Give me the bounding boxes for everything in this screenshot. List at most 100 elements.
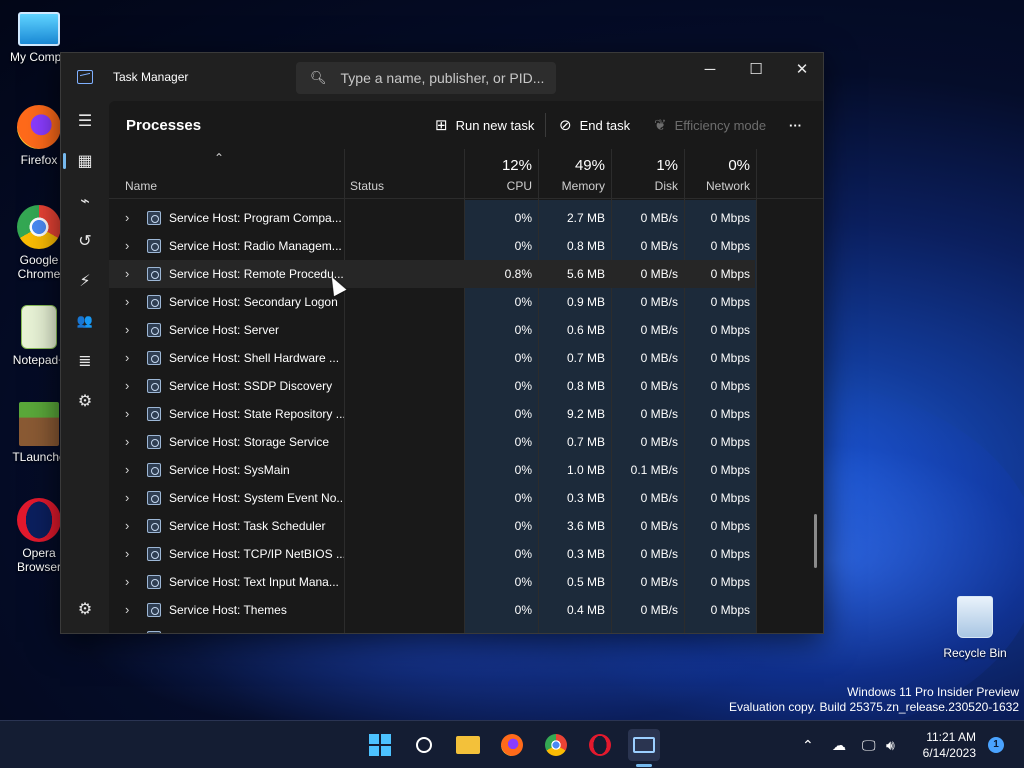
process-row[interactable]: › Service Host: Shell Hardware ... 0% 0.7 M… [109,344,755,372]
maximize-button[interactable]: ☐ [733,53,779,85]
title-bar[interactable]: Task Manager 🔍︎ Type a name, publisher, … [61,53,823,101]
process-row[interactable]: › Service Host: Server 0% 0.6 MB 0 MB/s 0 Mbp… [109,316,755,344]
desktop-icon-label: Google Chrome [17,253,61,281]
process-name: Service Host: Server [169,323,280,337]
expand-chevron-icon[interactable]: › [125,400,137,428]
process-memory: 9.2 MB [566,407,605,421]
start-button[interactable] [364,729,396,761]
process-row[interactable]: › Service Host: TCP/IP NetBIOS ... 0% 0.3 M… [109,540,755,568]
process-row[interactable]: › Service Host: Program Compa... 0% 2.7 MB 0… [109,204,755,232]
process-row[interactable]: › Service Host: Secondary Logon 0% 0.9 MB 0 … [109,288,755,316]
services-icon[interactable]: ⚙ [65,383,105,419]
process-row[interactable]: › Service Host: Time Broker 0%1.3 MB0 MB/s… [109,624,755,633]
expand-chevron-icon[interactable]: › [125,232,137,260]
process-network: 0 Mbps [710,547,750,561]
expand-chevron-icon[interactable]: › [125,512,137,540]
network-status[interactable]: ☁ [832,721,846,768]
process-row[interactable]: › Service Host: Themes 0% 0.4 MB 0 MB/s 0 Mbp… [109,596,755,624]
expand-chevron-icon[interactable]: › [125,540,137,568]
expand-chevron-icon[interactable]: › [125,260,137,288]
close-button[interactable]: ✕ [779,53,823,85]
service-host-icon [147,239,161,253]
process-disk: 0 MB/s [611,624,684,633]
expand-chevron-icon[interactable]: › [125,372,137,400]
cpu-column-header[interactable]: 12% CPU [464,149,538,199]
users-icon[interactable]: 👥 [65,303,105,339]
details-icon[interactable]: ≣ [65,343,105,379]
expand-chevron-icon[interactable]: › [125,456,137,484]
search-box[interactable]: 🔍︎ Type a name, publisher, or PID... [296,62,556,94]
taskbar-file-explorer[interactable] [452,729,484,761]
chevron-up-icon: ⌃ [802,736,814,753]
process-name: Service Host: Task Scheduler [169,519,326,533]
taskbar-search-button[interactable] [408,729,440,761]
minimize-button[interactable]: ─ [687,53,733,85]
process-row[interactable]: › Service Host: SysMain 0% 1.0 MB 0.1 MB/s 0 … [109,456,755,484]
process-name: Service Host: TCP/IP NetBIOS ... [169,547,344,561]
taskbar-opera[interactable] [584,729,616,761]
service-host-icon [147,379,161,393]
clock[interactable]: 11:21 AM 6/14/2023 [923,729,976,761]
search-input[interactable]: Type a name, publisher, or PID... [341,70,545,86]
name-column-header[interactable]: ⌃ Name [109,149,344,199]
process-row[interactable]: › Service Host: Remote Procedu... 0.8% 5.6 … [109,260,755,288]
status-column-header[interactable]: Status [344,149,464,199]
process-row[interactable]: › Service Host: SSDP Discovery 0% 0.8 MB 0 M… [109,372,755,400]
efficiency-mode-button[interactable]: ❦ Efficiency mode [654,111,766,139]
disk-total: 1% [656,157,678,174]
settings-icon[interactable]: ⚙ [65,591,105,627]
process-row[interactable]: › Service Host: State Repository ... 0% 9.2… [109,400,755,428]
taskbar-firefox[interactable] [496,729,528,761]
network-tray[interactable]: 🖵︎ [862,721,876,768]
process-disk: 0 MB/s [640,267,678,281]
memory-column-header[interactable]: 49% Memory [538,149,611,199]
process-network: 0 Mbps [710,491,750,505]
process-name: Service Host: SSDP Discovery [169,379,333,393]
disk-column-header[interactable]: 1% Disk [611,149,684,199]
taskbar-task-manager[interactable] [628,729,660,761]
expand-chevron-icon[interactable]: › [125,288,137,316]
process-row[interactable]: › Service Host: System Event No... 0% 0.3 M… [109,484,755,512]
notification-badge[interactable]: 1 [988,737,1004,753]
process-name: Service Host: System Event No... [169,491,344,505]
expand-chevron-icon[interactable]: › [125,484,137,512]
process-disk: 0 MB/s [640,603,678,617]
end-task-button[interactable]: ⊘ End task [559,111,630,139]
process-cpu: 0% [514,519,532,533]
processes-icon[interactable]: ▦ [63,143,105,179]
hamburger-icon[interactable]: ☰ [65,103,105,139]
service-host-icon [147,351,161,365]
startup-apps-icon[interactable]: ⚡ [65,263,105,299]
process-row[interactable]: › Service Host: Text Input Mana... 0% 0.5 M… [109,568,755,596]
expand-chevron-icon[interactable]: › [125,316,137,344]
taskbar-chrome[interactable] [540,729,572,761]
expand-chevron-icon[interactable]: › [125,596,137,624]
process-row[interactable]: › Service Host: Task Scheduler 0% 3.6 MB 0 M… [109,512,755,540]
name-column-label: Name [125,179,158,193]
tlauncher-icon [19,402,59,446]
expand-chevron-icon[interactable]: › [125,428,137,456]
expand-chevron-icon[interactable]: › [125,624,137,633]
volume-tray[interactable]: 🔊︎ [886,721,895,768]
cpu-column-label: CPU [506,179,532,193]
network-column-header[interactable]: 0% Network [684,149,756,199]
process-network: 0 Mbps [710,211,750,225]
desktop-icon-recycle-bin[interactable]: Recycle Bin [936,596,1014,660]
computer-icon [18,12,60,46]
run-new-task-button[interactable]: ⊞ Run new task [435,111,534,139]
process-cpu: 0% [514,547,532,561]
show-hidden-icons-button[interactable]: ⌃ [802,721,814,768]
process-memory: 0.6 MB [566,323,605,337]
process-row[interactable]: › Service Host: Storage Service 0% 0.7 MB 0 … [109,428,755,456]
process-row[interactable]: › Service Host: Radio Managem... 0% 0.8 MB 0… [109,232,755,260]
app-history-icon[interactable]: ↺ [65,223,105,259]
firefox-icon [501,734,523,756]
more-options-button[interactable]: ··· [789,111,802,139]
vertical-scrollbar[interactable] [814,514,817,568]
process-network: 0 Mbps [684,624,756,633]
expand-chevron-icon[interactable]: › [125,204,137,232]
performance-icon[interactable]: ⌁ [65,183,105,219]
process-disk: 0 MB/s [640,295,678,309]
expand-chevron-icon[interactable]: › [125,568,137,596]
expand-chevron-icon[interactable]: › [125,344,137,372]
